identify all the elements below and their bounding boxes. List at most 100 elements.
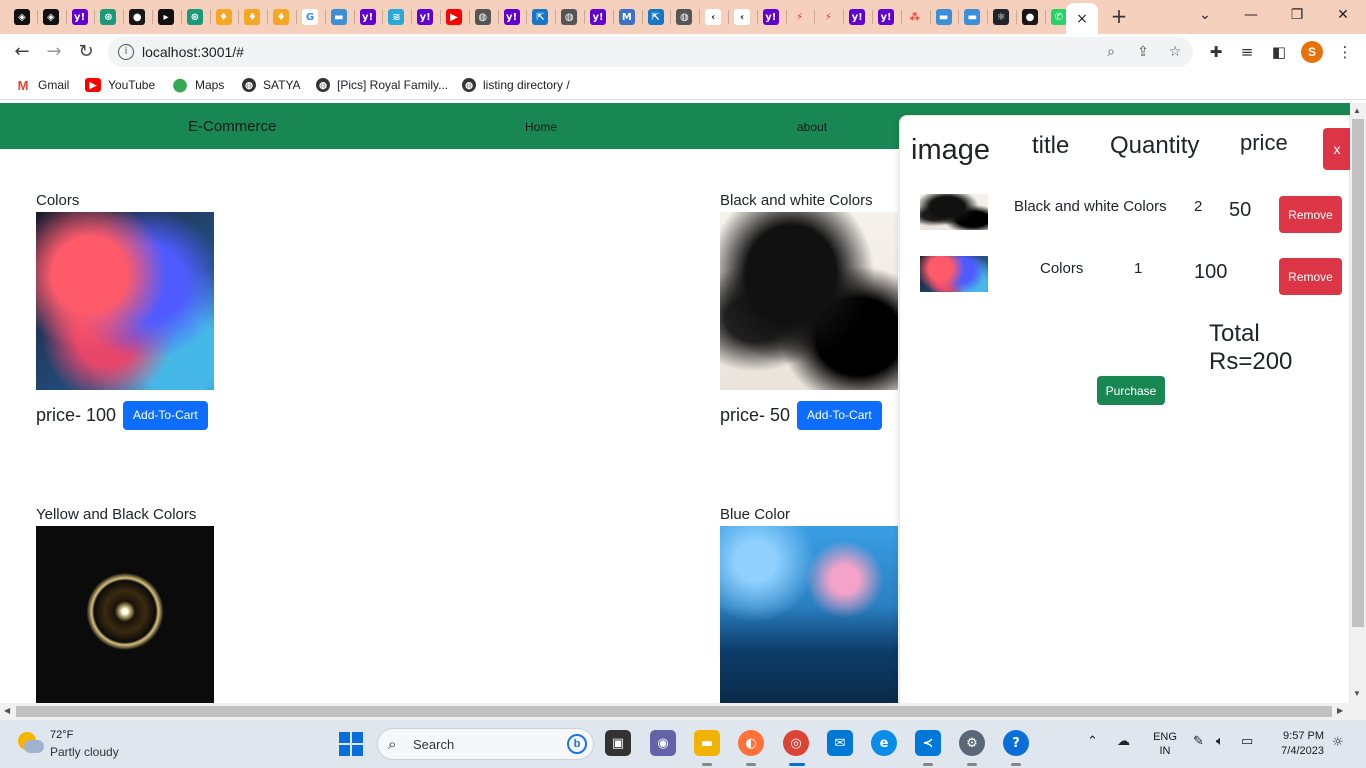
meet-icon[interactable]: ◉: [650, 730, 676, 756]
chrome-icon[interactable]: ◎: [783, 730, 809, 756]
bookmark-satya[interactable]: ◍ SATYA: [242, 77, 301, 93]
zoom-icon[interactable]: ⌕: [1101, 42, 1121, 62]
weather-condition[interactable]: Partly cloudy: [50, 745, 119, 759]
browser-tab[interactable]: ♦: [269, 5, 293, 29]
scroll-right-icon[interactable]: ▶: [1337, 706, 1343, 715]
extensions-icon[interactable]: ✚: [1205, 41, 1227, 63]
bookmark-gmail[interactable]: M Gmail: [15, 77, 69, 93]
browser-tab[interactable]: ⚡: [816, 5, 840, 29]
browser-tab[interactable]: ◍: [672, 5, 696, 29]
browser-tab[interactable]: ⊛: [96, 5, 120, 29]
bookmark-youtube[interactable]: ▶ YouTube: [85, 77, 155, 93]
browser-tab[interactable]: ◍: [471, 5, 495, 29]
scroll-down-icon[interactable]: ▼: [1353, 689, 1361, 698]
show-hidden-icons[interactable]: ⌃: [1087, 734, 1098, 749]
browser-tab[interactable]: y!: [500, 5, 524, 29]
browser-tab[interactable]: ◈: [39, 5, 63, 29]
bookmark-listing-directory[interactable]: ◍ listing directory /: [462, 77, 570, 93]
taskbar-search[interactable]: ⌕ Search b: [377, 728, 594, 760]
url-text[interactable]: localhost:3001/#: [142, 44, 244, 60]
add-to-cart-button[interactable]: Add-To-Cart: [797, 401, 882, 430]
browser-tab[interactable]: ⇱: [528, 5, 552, 29]
reload-button[interactable]: ↻: [72, 38, 100, 66]
horizontal-scroll-thumb[interactable]: [16, 706, 1332, 717]
site-brand[interactable]: E-Commerce: [188, 118, 276, 135]
media-control-icon[interactable]: ≡: [1236, 41, 1258, 63]
browser-tab[interactable]: ▬: [960, 5, 984, 29]
browser-tab[interactable]: y!: [356, 5, 380, 29]
notification-icon[interactable]: ☼: [1332, 735, 1344, 750]
browser-tab[interactable]: ⇱: [644, 5, 668, 29]
back-button[interactable]: ←: [8, 38, 36, 66]
browser-tab[interactable]: ⊛: [183, 5, 207, 29]
profile-avatar[interactable]: S: [1301, 41, 1323, 63]
active-tab[interactable]: ×: [1066, 3, 1098, 34]
vertical-scroll-thumb[interactable]: [1352, 119, 1364, 627]
browser-tab[interactable]: ▬: [327, 5, 351, 29]
nav-home[interactable]: Home: [525, 120, 557, 134]
remove-item-button[interactable]: Remove: [1279, 258, 1342, 295]
browser-tab[interactable]: y!: [586, 5, 610, 29]
browser-tab[interactable]: ◍: [557, 5, 581, 29]
site-info-icon[interactable]: i: [118, 44, 134, 60]
browser-tab[interactable]: ⁂: [903, 5, 927, 29]
browser-tab[interactable]: ≋: [384, 5, 408, 29]
edge-icon[interactable]: e: [871, 730, 897, 756]
browser-tab[interactable]: ●: [125, 5, 149, 29]
pen-icon[interactable]: ✎: [1193, 734, 1204, 749]
task-view-icon[interactable]: ▣: [605, 730, 631, 756]
browser-tab[interactable]: ⚡: [788, 5, 812, 29]
nav-about[interactable]: about: [797, 120, 827, 134]
bookmark-star-icon[interactable]: ☆: [1165, 42, 1185, 62]
browser-tab[interactable]: ▸: [154, 5, 178, 29]
browser-tab[interactable]: ‹: [730, 5, 754, 29]
mail-icon[interactable]: ✉: [827, 730, 853, 756]
share-icon[interactable]: ⇪: [1133, 42, 1153, 62]
help-icon[interactable]: ?: [1003, 730, 1029, 756]
remove-item-button[interactable]: Remove: [1279, 196, 1342, 233]
browser-tab[interactable]: y!: [845, 5, 869, 29]
weather-temp[interactable]: 72°F: [50, 729, 73, 741]
forward-button[interactable]: →: [40, 38, 68, 66]
browser-tab[interactable]: ♦: [240, 5, 264, 29]
bing-icon[interactable]: b: [567, 734, 587, 754]
volume-icon[interactable]: 🔈︎: [1216, 734, 1224, 749]
language-indicator[interactable]: ENG IN: [1152, 730, 1178, 758]
horizontal-scrollbar[interactable]: ◀ ▶: [0, 703, 1366, 720]
browser-tab[interactable]: ‹: [701, 5, 725, 29]
tab-search-button[interactable]: ⌄: [1182, 0, 1228, 32]
scroll-left-icon[interactable]: ◀: [4, 706, 10, 715]
file-explorer-icon[interactable]: ▬: [694, 730, 720, 756]
system-clock[interactable]: 9:57 PM 7/4/2023: [1270, 729, 1324, 759]
minimize-button[interactable]: —: [1228, 0, 1274, 32]
browser-tab[interactable]: y!: [68, 5, 92, 29]
browser-tab[interactable]: y!: [874, 5, 898, 29]
browser-tab[interactable]: y!: [413, 5, 437, 29]
browser-tab[interactable]: ●: [1018, 5, 1042, 29]
bookmark-maps[interactable]: ⬤ Maps: [172, 77, 224, 93]
browser-tab[interactable]: ♦: [212, 5, 236, 29]
onedrive-icon[interactable]: ☁: [1117, 734, 1130, 749]
close-window-button[interactable]: ✕: [1320, 0, 1366, 32]
browser-tab[interactable]: y!: [759, 5, 783, 29]
bookmark-royal-family[interactable]: ◍ [Pics] Royal Family...: [316, 77, 448, 93]
new-tab-button[interactable]: +: [1108, 4, 1130, 28]
browser-tab[interactable]: ⚛: [989, 5, 1013, 29]
battery-icon[interactable]: ▭: [1241, 734, 1253, 749]
side-panel-icon[interactable]: ◧: [1268, 41, 1290, 63]
add-to-cart-button[interactable]: Add-To-Cart: [123, 401, 208, 430]
start-button[interactable]: [339, 732, 363, 756]
weather-icon[interactable]: [18, 732, 44, 754]
vscode-icon[interactable]: ≺: [915, 730, 941, 756]
restore-button[interactable]: ❐: [1274, 0, 1320, 32]
purchase-button[interactable]: Purchase: [1097, 376, 1165, 405]
menu-icon[interactable]: ⋮: [1334, 41, 1356, 63]
close-tab-icon[interactable]: ×: [1076, 11, 1088, 27]
close-cart-button[interactable]: x: [1323, 128, 1350, 170]
firefox-icon[interactable]: ◐: [738, 730, 764, 756]
vertical-scrollbar[interactable]: ▲ ▼: [1350, 103, 1366, 703]
browser-tab[interactable]: ▬: [932, 5, 956, 29]
browser-tab[interactable]: ▶: [442, 5, 466, 29]
browser-tab[interactable]: ◈: [10, 5, 34, 29]
browser-tab[interactable]: G: [298, 5, 322, 29]
